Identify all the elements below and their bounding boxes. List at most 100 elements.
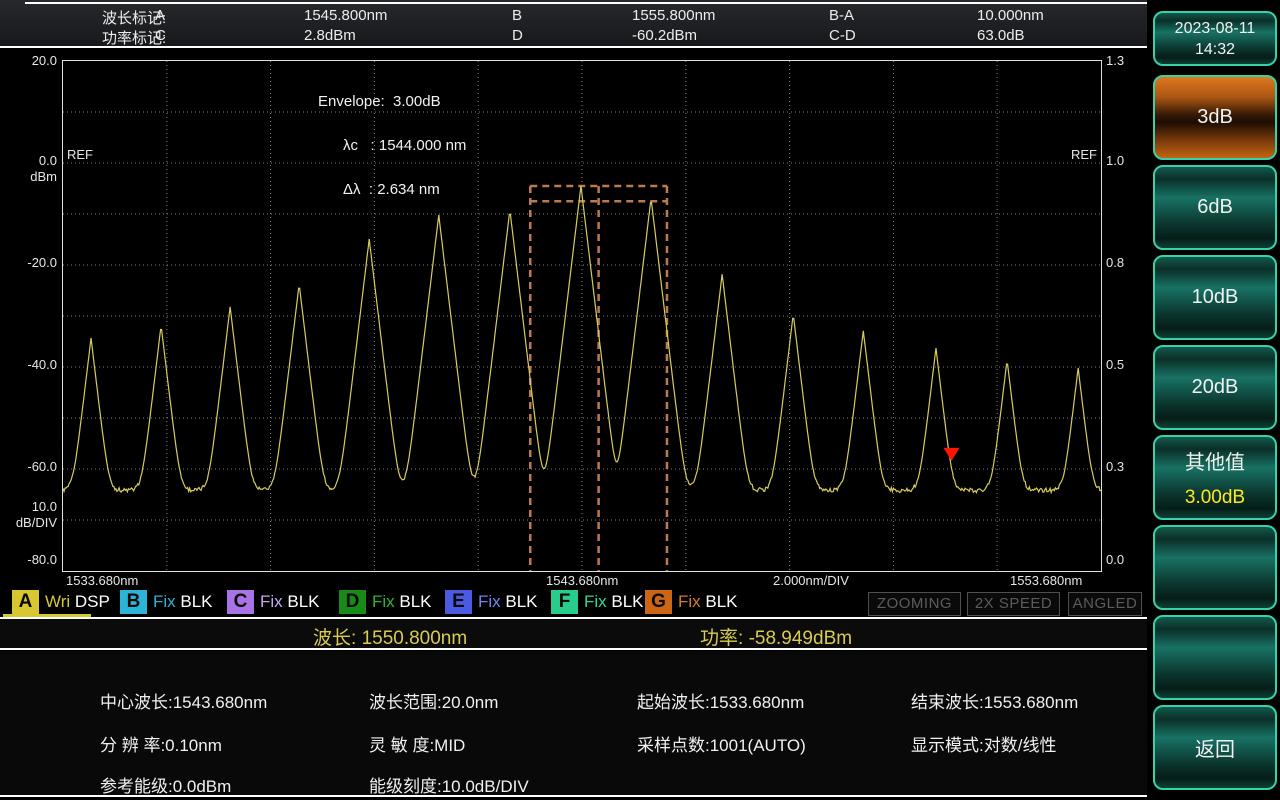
trace-letter-badge: B — [120, 590, 147, 614]
marker-name: B — [512, 7, 523, 24]
info-item: 起始波长:1533.680nm — [637, 693, 805, 712]
y-axis-left-tick: -20.0 — [27, 255, 57, 270]
marker-header: 波长标记: A 1545.800nm B 1555.800nm B-A 10.000nm 功率… — [0, 0, 1147, 48]
y-axis-right-tick: 0.0 — [1106, 552, 1125, 567]
softkey-3db[interactable]: 3dB — [1153, 75, 1277, 160]
x-axis-div-label: 2.000nm/DIV — [773, 573, 849, 588]
y-axis-left-tick: -80.0 — [27, 552, 57, 567]
trace-state: DSP — [74, 592, 110, 611]
separator-line — [0, 46, 1147, 48]
softkey-label: 3dB — [1197, 106, 1233, 128]
trace-state: BLK — [287, 592, 320, 611]
status-angled[interactable]: ANGLED — [1068, 592, 1142, 616]
trace-mode: Fix — [153, 592, 181, 611]
marker-value: 10.000nm — [977, 7, 1044, 24]
softkey-return[interactable]: 返回 — [1153, 705, 1277, 790]
trace-letter-badge: C — [227, 590, 254, 614]
status-zooming[interactable]: ZOOMING — [868, 592, 961, 616]
softkey-other-value[interactable]: 其他值 3.00dB — [1153, 435, 1277, 520]
trace-mode: Wri — [45, 592, 75, 611]
trace-mode: Fix — [584, 592, 612, 611]
softkey-label: 返回 — [1195, 739, 1235, 761]
x-axis-stop-label: 1553.680nm — [1010, 573, 1083, 588]
trace-mode: Fix — [678, 592, 706, 611]
trace-label-A[interactable]: A Wri DSP — [12, 590, 110, 614]
info-item: 能级刻度:10.0dB/DIV — [369, 777, 529, 796]
trace-mode: Fix — [260, 592, 288, 611]
trace-state: BLK — [705, 592, 738, 611]
softkey-blank-1[interactable] — [1153, 525, 1277, 610]
trace-label-D[interactable]: D Fix BLK — [339, 590, 432, 614]
spectrum-plot-area[interactable]: REF REF Envelope: 3.00dB λc : 1544.000 n… — [62, 60, 1102, 572]
separator-line — [25, 2, 1147, 4]
y-axis-scale-unit: dB/DIV — [15, 515, 57, 530]
wavelength-readout-label: 波长: — [313, 628, 357, 649]
trace-label-E[interactable]: E Fix BLK — [445, 590, 538, 614]
y-axis-left-tick: 10.0 dB/DIV — [0, 499, 57, 531]
y-axis-right-tick: 0.5 — [1106, 357, 1125, 372]
datetime-button[interactable]: 2023-08-11 14:32 — [1153, 11, 1277, 66]
y-axis-right-tick: 0.8 — [1106, 255, 1125, 270]
marker-value: 2.8dBm — [304, 27, 356, 44]
softkey-sub-value: 3.00dB — [1184, 487, 1246, 508]
marker-name: C-D — [829, 27, 856, 44]
settings-info-panel: 中心波长:1543.680nm 分 辨 率:0.10nm 参考能级:0.0dBm 波长… — [0, 651, 1147, 797]
wavelength-readout-value: 1550.800nm — [361, 628, 468, 649]
marker-name: D — [512, 27, 523, 44]
power-readout-label: 功率: — [700, 628, 744, 649]
power-readout: 功率: -58.949dBm — [700, 623, 852, 650]
marker-triangle[interactable] — [943, 447, 960, 461]
active-trace-underline — [3, 614, 91, 617]
trace-state: BLK — [399, 592, 432, 611]
softkey-label: 20dB — [1191, 376, 1239, 398]
separator-line — [0, 648, 1147, 650]
envelope-value: Envelope: 3.00dB — [318, 93, 441, 110]
softkey-label: 10dB — [1191, 286, 1239, 308]
y-axis-left-tick: -60.0 — [27, 459, 57, 474]
envelope-lambda-c: λc : 1544.000 nm — [343, 137, 467, 154]
softkey-6db[interactable]: 6dB — [1153, 165, 1277, 250]
softkey-label: 其他值 — [1185, 452, 1245, 474]
softkey-20db[interactable]: 20dB — [1153, 345, 1277, 430]
info-item: 参考能级:0.0dBm — [100, 777, 232, 796]
trace-letter-badge: D — [339, 590, 366, 614]
info-item: 分 辨 率:0.10nm — [100, 736, 222, 755]
trace-letter-badge: A — [12, 590, 39, 614]
y-axis-unit: dBm — [30, 169, 57, 184]
softkey-sidebar: 2023-08-11 14:32 3dB 6dB 10dB 20dB 其他值 3.00dB… — [1150, 0, 1280, 800]
info-item: 结束波长:1553.680nm — [911, 693, 1079, 712]
trace-label-F[interactable]: F Fix BLK — [551, 590, 644, 614]
spectrum-trace — [63, 185, 1101, 495]
envelope-delta-lambda: Δλ : 2.634 nm — [343, 181, 440, 198]
trace-mode: Fix — [478, 592, 506, 611]
trace-label-G[interactable]: G Fix BLK — [645, 590, 738, 614]
marker-name: B-A — [829, 7, 855, 24]
trace-letter-badge: F — [551, 590, 578, 614]
y-axis-right-tick: 1.0 — [1106, 153, 1125, 168]
trace-label-C[interactable]: C Fix BLK — [227, 590, 320, 614]
trace-letter-badge: E — [445, 590, 472, 614]
info-item: 显示模式:对数/线性 — [911, 736, 1057, 755]
softkey-10db[interactable]: 10dB — [1153, 255, 1277, 340]
softkey-label: 6dB — [1197, 196, 1233, 218]
separator-line — [0, 795, 1147, 797]
trace-letter-badge: G — [645, 590, 672, 614]
marker-value: -60.2dBm — [632, 27, 698, 44]
trace-state: BLK — [611, 592, 644, 611]
y-axis-left: 20.0 0.0 dBm -20.0 -40.0 -60.0 10.0 dB/DIV -80.0 — [0, 0, 57, 620]
softkey-blank-2[interactable] — [1153, 615, 1277, 700]
marker-readout-bar: 波长: 1550.800nm 功率: -58.949dBm — [0, 619, 1147, 649]
trace-mode: Fix — [372, 592, 400, 611]
ref-label-right: REF — [1071, 147, 1097, 162]
y-axis-right-tick: 1.3 — [1106, 53, 1125, 68]
marker-value: 1545.800nm — [304, 7, 388, 24]
time-label: 14:32 — [1194, 40, 1236, 58]
marker-value: 63.0dB — [977, 27, 1025, 44]
trace-state: BLK — [180, 592, 213, 611]
osa-screen: 波长标记: A 1545.800nm B 1555.800nm B-A 10.000nm 功率… — [0, 0, 1280, 800]
status-2x-speed[interactable]: 2X SPEED — [967, 592, 1060, 616]
trace-label-B[interactable]: B Fix BLK — [120, 590, 213, 614]
y-axis-right-tick: 0.3 — [1106, 459, 1125, 474]
marker-name: C — [155, 27, 166, 44]
x-axis-start-label: 1533.680nm — [66, 573, 139, 588]
